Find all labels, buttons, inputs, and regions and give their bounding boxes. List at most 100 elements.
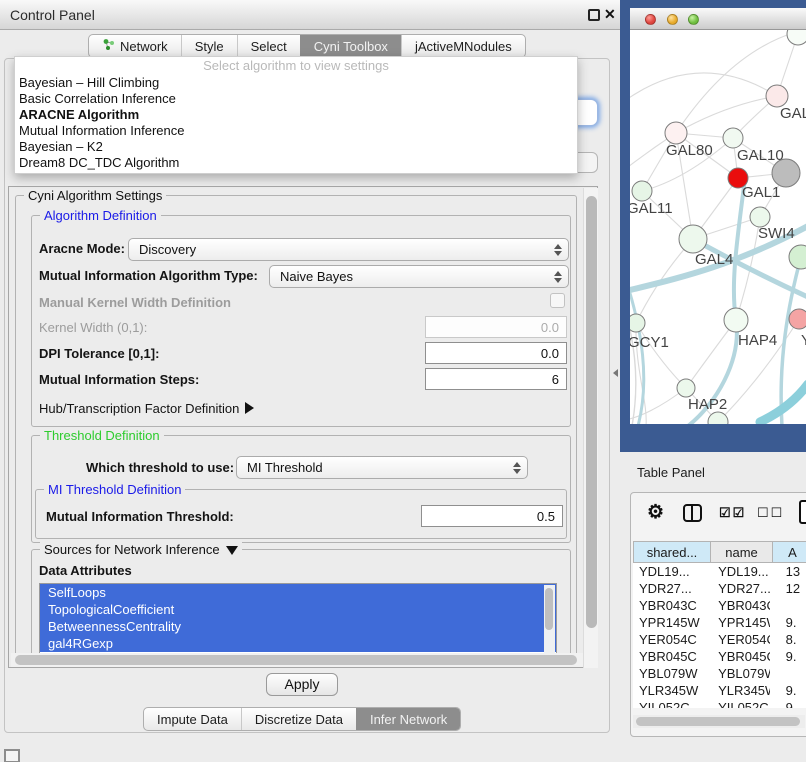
close-icon[interactable]: ✕ bbox=[604, 6, 616, 23]
data-attribute-item[interactable]: BetweennessCentrality bbox=[40, 618, 556, 635]
settings-gear-icon[interactable]: ⚙ bbox=[647, 503, 664, 522]
table-cell: 9. bbox=[770, 699, 806, 708]
dropdown-item[interactable]: Bayesian – Hill Climbing bbox=[15, 75, 577, 91]
vertical-scrollbar-thumb[interactable] bbox=[586, 196, 597, 628]
network-node-gal11[interactable] bbox=[632, 181, 652, 201]
close-traffic-light[interactable] bbox=[645, 14, 656, 25]
network-node-hap4[interactable] bbox=[724, 308, 748, 332]
node-label: GAL4 bbox=[695, 251, 733, 268]
mi-steps-label: Mutual Information Steps: bbox=[39, 372, 199, 387]
table-row[interactable]: YPR145WYPR145W9. bbox=[633, 614, 806, 631]
table-cell: YDR27... bbox=[633, 580, 709, 597]
network-node-hap2[interactable] bbox=[677, 379, 695, 397]
network-node[interactable] bbox=[772, 159, 800, 187]
tab-style[interactable]: Style bbox=[181, 35, 237, 57]
table-row[interactable]: YIL052CYIL052C9. bbox=[633, 699, 806, 708]
network-node-y[interactable] bbox=[789, 309, 806, 329]
which-threshold-combo[interactable]: MI Threshold bbox=[236, 456, 528, 479]
table-row[interactable]: YDL19...YDL19...13 bbox=[633, 563, 806, 580]
float-window-icon[interactable] bbox=[588, 9, 600, 21]
list-scrollbar-thumb[interactable] bbox=[545, 588, 553, 630]
table-row[interactable]: YER054CYER054C8. bbox=[633, 631, 806, 648]
tab-cyni-toolbox[interactable]: Cyni Toolbox bbox=[300, 35, 401, 57]
aracne-mode-combo[interactable]: Discovery bbox=[128, 238, 569, 261]
mi-type-value: Naive Bayes bbox=[280, 269, 353, 284]
function-builder-icon[interactable] bbox=[799, 500, 806, 524]
data-attribute-item[interactable]: SelfLoops bbox=[40, 584, 556, 601]
horizontal-scrollbar-track[interactable] bbox=[11, 653, 589, 667]
network-node-gcy1[interactable] bbox=[630, 314, 645, 332]
network-node-gal10[interactable] bbox=[723, 128, 743, 148]
data-attribute-item[interactable]: gal4RGexp bbox=[40, 635, 556, 652]
tab-select[interactable]: Select bbox=[237, 35, 300, 57]
apply-button[interactable]: Apply bbox=[266, 673, 338, 696]
split-pane-collapse-icon[interactable] bbox=[613, 369, 618, 377]
table-row[interactable]: YBR045CYBR045C9. bbox=[633, 648, 806, 665]
dropdown-item[interactable]: Bayesian – K2 bbox=[15, 139, 577, 155]
network-window-titlebar[interactable] bbox=[630, 8, 806, 30]
table-scrollbar-thumb[interactable] bbox=[636, 717, 800, 726]
dropdown-item[interactable]: Basic Correlation Inference bbox=[15, 91, 577, 107]
column-header-a[interactable]: A bbox=[773, 541, 806, 563]
mi-threshold-field[interactable]: 0.5 bbox=[421, 505, 563, 527]
kernel-width-label: Kernel Width (0,1): bbox=[39, 320, 147, 335]
table-cell: YPR145W bbox=[633, 614, 709, 631]
dropdown-item[interactable]: ARACNE Algorithm bbox=[15, 107, 577, 123]
node-label: Y bbox=[801, 332, 806, 349]
data-attribute-item[interactable]: TopologicalCoefficient bbox=[40, 601, 556, 618]
horizontal-scrollbar-thumb[interactable] bbox=[15, 655, 577, 665]
sources-title[interactable]: Sources for Network Inference bbox=[40, 542, 242, 557]
tab-impute-data[interactable]: Impute Data bbox=[144, 708, 241, 730]
column-header-name[interactable]: name bbox=[711, 541, 773, 563]
table-cell: 9. bbox=[770, 682, 806, 699]
mi-type-combo[interactable]: Naive Bayes bbox=[269, 265, 569, 288]
stepper-arrows-icon bbox=[554, 244, 562, 256]
dropdown-item[interactable]: Dream8 DC_TDC Algorithm bbox=[15, 155, 577, 171]
table-cell bbox=[770, 597, 806, 614]
table-horizontal-scrollbar[interactable] bbox=[633, 715, 805, 728]
kernel-width-field[interactable]: 0.0 bbox=[425, 316, 567, 338]
aracne-mode-label: Aracne Mode: bbox=[39, 241, 125, 256]
select-all-columns-icon[interactable]: ☑☑ bbox=[719, 505, 746, 521]
network-node-swi4[interactable] bbox=[750, 207, 770, 227]
network-view-canvas[interactable]: GALGAL80GAL10GAL1GAL11SWI4GAL4GCY1HAP4YH… bbox=[630, 30, 806, 424]
data-attributes-list[interactable]: SelfLoopsTopologicalCoefficientBetweenne… bbox=[39, 583, 557, 655]
zoom-traffic-light[interactable] bbox=[688, 14, 699, 25]
network-node-gal[interactable] bbox=[766, 85, 788, 107]
mi-steps-field[interactable]: 6 bbox=[425, 368, 567, 390]
hub-definition-toggle[interactable]: Hub/Transcription Factor Definition bbox=[39, 401, 254, 416]
network-node[interactable] bbox=[787, 30, 806, 45]
manual-kernel-checkbox[interactable] bbox=[550, 293, 565, 308]
tab-discretize-data[interactable]: Discretize Data bbox=[241, 708, 356, 730]
dpi-tolerance-field[interactable]: 0.0 bbox=[425, 342, 567, 364]
table-cell: YBL079W bbox=[709, 665, 770, 682]
tab-infer-network[interactable]: Infer Network bbox=[356, 708, 460, 730]
column-layout-icon[interactable] bbox=[683, 504, 702, 522]
table-row[interactable]: YDR27...YDR27...12 bbox=[633, 580, 806, 597]
settings-scroll-pane: Cyni Algorithm Settings Algorithm Defini… bbox=[8, 186, 598, 668]
dropdown-item[interactable]: Mutual Information Inference bbox=[15, 123, 577, 139]
network-edge bbox=[630, 388, 686, 420]
table-cell: YDL19... bbox=[709, 563, 770, 580]
table-header-row: shared...nameA bbox=[633, 541, 806, 563]
network-edge bbox=[676, 32, 796, 133]
network-node-gal4[interactable] bbox=[679, 225, 707, 253]
which-threshold-label: Which threshold to use: bbox=[86, 460, 234, 475]
table-cell: YDL19... bbox=[633, 563, 709, 580]
column-header-shared[interactable]: shared... bbox=[633, 541, 711, 563]
network-node[interactable] bbox=[789, 245, 806, 269]
stepper-arrows-icon bbox=[554, 271, 562, 283]
data-attributes-label: Data Attributes bbox=[39, 563, 132, 578]
table-row[interactable]: YBR043CYBR043C bbox=[633, 597, 806, 614]
network-node-gal80[interactable] bbox=[665, 122, 687, 144]
deselect-columns-icon[interactable]: ☐☐ bbox=[757, 505, 784, 521]
table-row[interactable]: YLR345WYLR345W9. bbox=[633, 682, 806, 699]
tab-network[interactable]: Network bbox=[89, 35, 181, 57]
table-row[interactable]: YBL079WYBL079W bbox=[633, 665, 806, 682]
minimize-traffic-light[interactable] bbox=[667, 14, 678, 25]
vertical-scrollbar-track[interactable] bbox=[583, 188, 598, 668]
hub-definition-label: Hub/Transcription Factor Definition bbox=[39, 401, 239, 416]
list-vertical-scrollbar[interactable] bbox=[544, 585, 555, 655]
tab-jactivemnodules[interactable]: jActiveMNodules bbox=[401, 35, 525, 57]
minimized-window-icon[interactable] bbox=[4, 749, 20, 762]
